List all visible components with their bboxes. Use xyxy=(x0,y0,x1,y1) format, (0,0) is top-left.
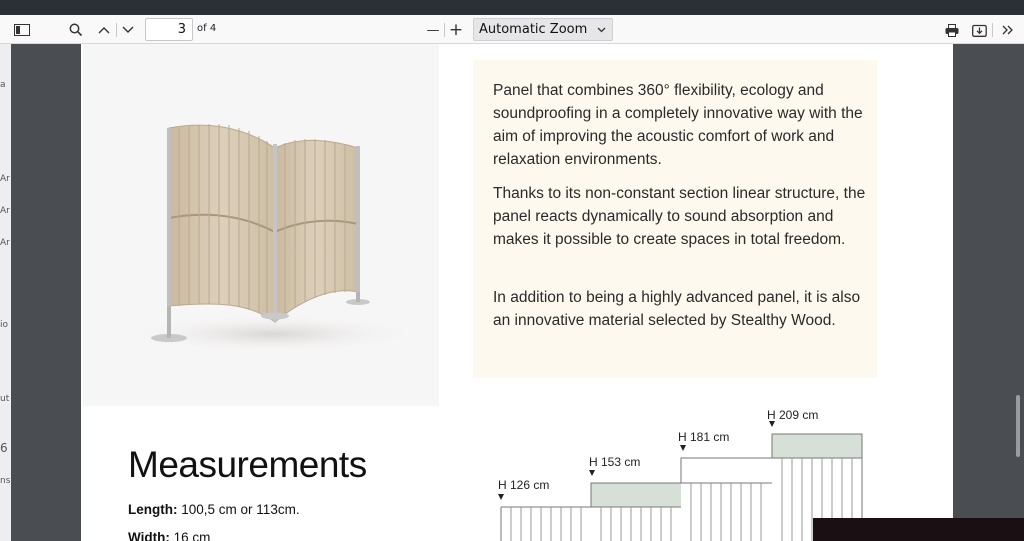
height-label-209: H 209 cm xyxy=(767,408,819,422)
window-top-strip xyxy=(0,0,1024,15)
width-line: Width: 16 cm xyxy=(128,530,210,541)
previous-page-button[interactable] xyxy=(94,19,114,41)
length-line: Length: 100,5 cm or 113cm. xyxy=(128,502,300,517)
toolbar-separator xyxy=(116,23,117,37)
find-button[interactable] xyxy=(65,19,87,41)
background-text-fragment: Ar xyxy=(0,238,10,248)
sidebar-icon xyxy=(14,24,30,36)
length-label: Length: xyxy=(128,502,178,517)
background-window-edge: a Ar Ar Ar io ut 6 ns xyxy=(0,44,11,541)
zoom-in-button[interactable]: + xyxy=(447,19,465,41)
background-text-fragment: ns xyxy=(0,476,11,486)
pdf-toolbar: 3 of 4 — + Automatic Zoom xyxy=(0,15,1024,44)
zoom-select[interactable]: Automatic Zoom xyxy=(473,18,613,41)
toolbar-separator xyxy=(992,23,993,37)
search-icon xyxy=(69,23,83,37)
background-text-fragment: Ar xyxy=(0,174,10,184)
scrollbar-thumb[interactable] xyxy=(1016,395,1020,457)
print-icon xyxy=(945,23,959,37)
length-value: 100,5 cm or 113cm. xyxy=(181,502,300,517)
description-box: Panel that combines 360° flexibility, ec… xyxy=(473,60,877,378)
tools-menu-button[interactable] xyxy=(998,19,1018,41)
sidebar-toggle-button[interactable] xyxy=(10,19,34,41)
page-number-input[interactable]: 3 xyxy=(145,18,193,41)
zoom-select-value: Automatic Zoom xyxy=(479,22,588,37)
download-icon xyxy=(971,24,987,37)
description-paragraph: Thanks to its non-constant section linea… xyxy=(493,185,866,248)
pdf-page: Panel that combines 360° flexibility, ec… xyxy=(81,44,953,541)
description-paragraph: Panel that combines 360° flexibility, ec… xyxy=(493,82,863,168)
background-text-fragment: io xyxy=(0,320,9,330)
video-thumbnail xyxy=(813,518,1024,541)
description-paragraph: In addition to being a highly advanced p… xyxy=(493,289,861,329)
width-label: Width: xyxy=(128,530,170,541)
vertical-scrollbar[interactable] xyxy=(1013,44,1024,541)
page-count-label: of 4 xyxy=(197,23,217,34)
chevron-down-icon xyxy=(122,26,134,33)
chevron-up-icon xyxy=(98,27,110,34)
print-button[interactable] xyxy=(942,19,962,41)
toolbar-separator xyxy=(444,23,445,37)
double-chevron-right-icon xyxy=(1002,25,1013,35)
height-label-126: H 126 cm xyxy=(498,478,550,492)
product-image xyxy=(83,44,439,406)
zoom-out-button[interactable]: — xyxy=(424,19,442,41)
width-value: 16 cm xyxy=(173,530,211,541)
background-text-fragment: a xyxy=(0,80,6,90)
background-text-fragment: 6 xyxy=(0,441,8,455)
height-label-181: H 181 cm xyxy=(678,430,730,444)
measurements-heading: Measurements xyxy=(128,444,367,485)
height-label-153: H 153 cm xyxy=(589,455,641,469)
background-text-fragment: ut xyxy=(0,394,10,404)
download-button[interactable] xyxy=(969,19,989,41)
chevron-down-icon xyxy=(597,19,606,41)
acoustic-panel-illustration xyxy=(123,124,423,354)
next-page-button[interactable] xyxy=(118,19,138,41)
background-text-fragment: Ar xyxy=(0,206,10,216)
